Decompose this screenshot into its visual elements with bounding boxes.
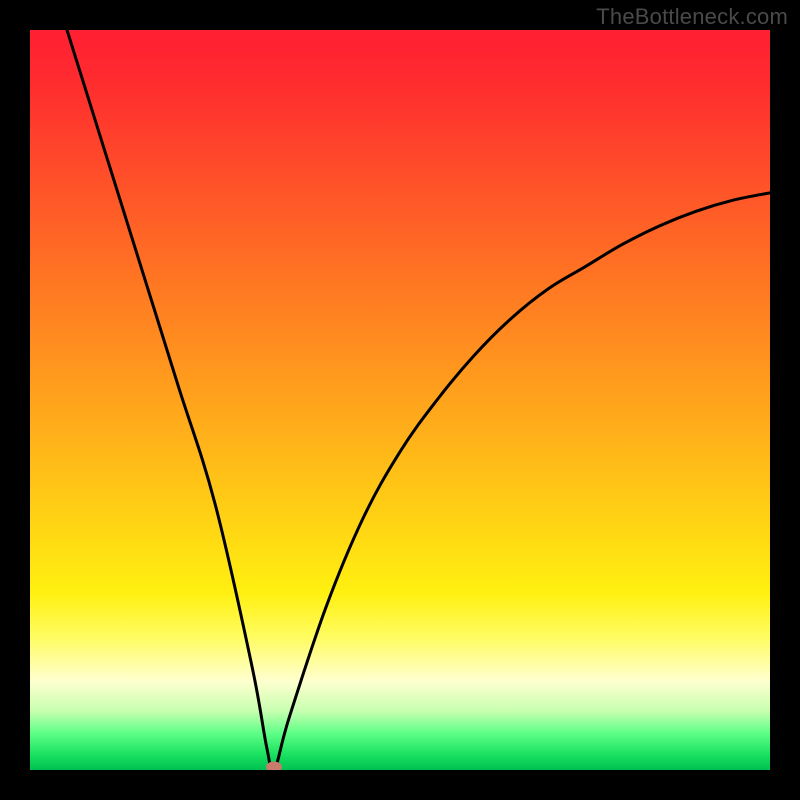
plot-area bbox=[30, 30, 770, 770]
bottleneck-curve-path bbox=[67, 30, 770, 770]
watermark-text: TheBottleneck.com bbox=[596, 4, 788, 30]
minimum-marker bbox=[266, 762, 282, 771]
chart-frame: TheBottleneck.com bbox=[0, 0, 800, 800]
curve-svg bbox=[30, 30, 770, 770]
